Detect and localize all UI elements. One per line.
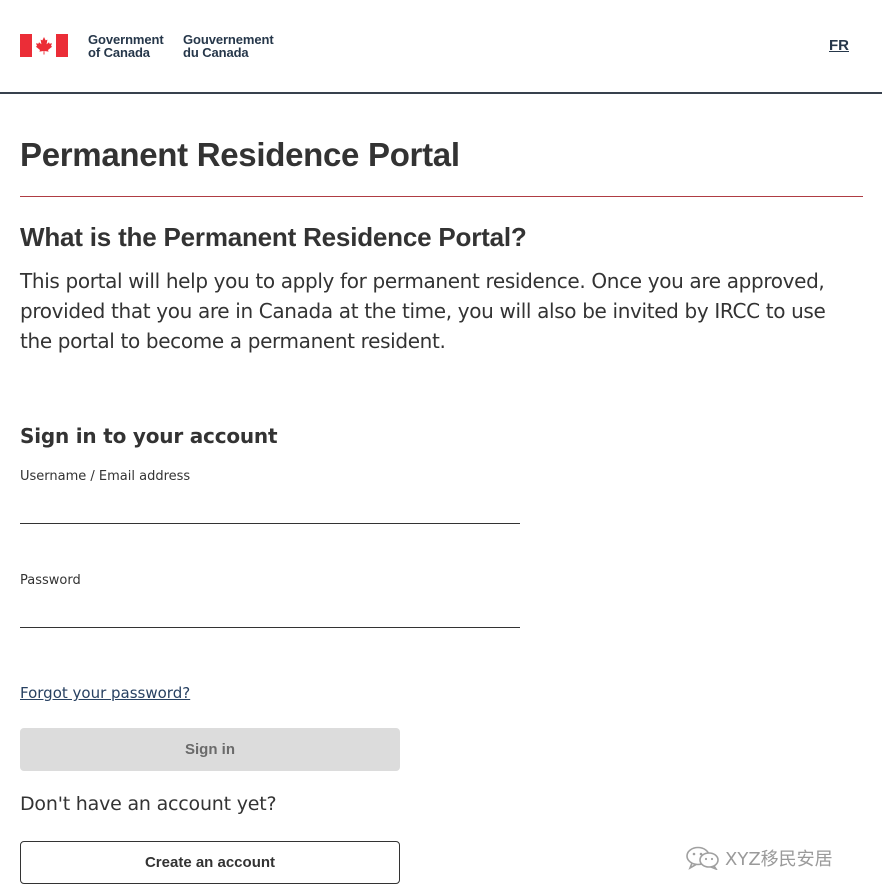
password-label: Password <box>20 573 81 588</box>
gc-header: Government of Canada Gouvernement du Can… <box>0 0 882 94</box>
no-account-prompt: Don't have an account yet? <box>20 793 277 815</box>
wordmark-french: Gouvernement du Canada <box>183 33 274 59</box>
watermark: XYZ移民安居 <box>685 846 833 870</box>
signin-button[interactable]: Sign in <box>20 728 400 771</box>
title-divider <box>20 196 863 197</box>
username-input[interactable] <box>20 492 520 524</box>
page-title: Permanent Residence Portal <box>20 136 460 173</box>
wordmark-line: du Canada <box>183 45 249 60</box>
username-label: Username / Email address <box>20 469 191 484</box>
language-toggle-link[interactable]: FR <box>829 37 849 54</box>
about-description: This portal will help you to apply for p… <box>20 269 826 353</box>
wordmark-english: Government of Canada <box>88 33 164 59</box>
about-heading: What is the Permanent Residence Portal? <box>20 222 527 252</box>
wechat-icon <box>686 846 719 870</box>
wordmark-line: of Canada <box>88 45 150 60</box>
signin-heading: Sign in to your account <box>20 424 278 448</box>
watermark-text: XYZ移民安居 <box>725 849 833 870</box>
create-account-button[interactable]: Create an account <box>20 841 400 884</box>
password-input[interactable] <box>20 596 520 628</box>
canada-flag-icon <box>20 34 68 57</box>
forgot-password-link[interactable]: Forgot your password? <box>20 684 190 702</box>
